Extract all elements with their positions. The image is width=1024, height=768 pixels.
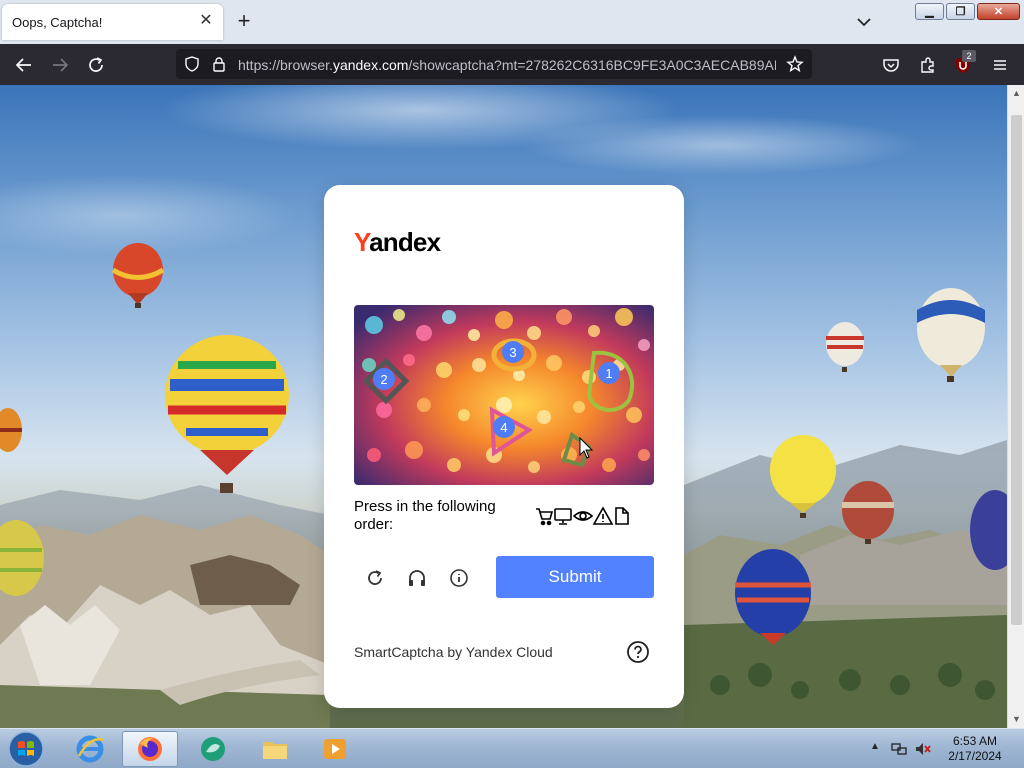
url-prefix: https://browser. xyxy=(238,57,333,73)
back-button[interactable] xyxy=(11,52,37,78)
extensions-icon xyxy=(921,57,934,73)
task-icon-sequence xyxy=(536,506,629,526)
windows-taskbar: ▲ 6:53 AM 2/17/2024 xyxy=(0,728,1024,768)
lock-icon[interactable] xyxy=(210,55,228,73)
extensions-button[interactable] xyxy=(915,52,941,78)
taskbar-firefox[interactable] xyxy=(122,731,178,767)
folder-icon xyxy=(263,742,287,759)
cart-icon xyxy=(536,508,554,526)
url-path: /showcaptcha?mt=278262C6316BC9FE3A0C3AEC… xyxy=(408,57,776,73)
click-marker-1[interactable]: 1 xyxy=(598,362,620,384)
internet-explorer-icon xyxy=(76,735,104,763)
captcha-image[interactable]: 1 2 3 4 xyxy=(354,305,654,485)
app-menu-button[interactable] xyxy=(987,52,1013,78)
address-bar[interactable]: https://browser.yandex.com/showcaptcha?m… xyxy=(176,49,812,79)
svg-text:2: 2 xyxy=(380,372,387,387)
star-icon[interactable] xyxy=(786,55,804,73)
captcha-footer: SmartCaptcha by Yandex Cloud xyxy=(354,644,553,660)
help-icon[interactable] xyxy=(626,640,650,664)
app-icon xyxy=(201,737,225,761)
window-controls: ▁ ❐ ✕ xyxy=(915,3,1020,20)
svg-text:1: 1 xyxy=(605,366,612,381)
balloon-5 xyxy=(826,322,864,372)
balloon-2 xyxy=(165,335,289,493)
captcha-instruction: Press in the following order: xyxy=(354,498,496,533)
volume-muted-icon[interactable] xyxy=(914,741,932,757)
back-icon xyxy=(15,58,31,72)
info-button[interactable] xyxy=(446,565,472,591)
pocket-icon xyxy=(883,59,899,72)
taskbar-ie[interactable] xyxy=(62,731,118,767)
logo-rest: andex xyxy=(369,227,441,257)
url-text[interactable]: https://browser.yandex.com/showcaptcha?m… xyxy=(238,57,776,73)
minimize-button[interactable]: ▁ xyxy=(915,3,944,20)
chevron-down-icon[interactable] xyxy=(854,12,874,32)
close-window-button[interactable]: ✕ xyxy=(977,3,1020,20)
audio-challenge-button[interactable] xyxy=(404,565,430,591)
monitor-icon xyxy=(554,508,572,525)
url-host: yandex.com xyxy=(332,57,409,73)
document-icon xyxy=(615,507,629,525)
start-button[interactable] xyxy=(6,730,46,768)
navigation-toolbar: https://browser.yandex.com/showcaptcha?m… xyxy=(0,44,1024,85)
balloon-1 xyxy=(111,243,165,308)
captcha-card: Yandex 1 2 3 4 Press in the following or… xyxy=(324,185,684,708)
info-icon xyxy=(450,569,468,587)
forward-button[interactable] xyxy=(47,52,73,78)
tray-expand-icon[interactable]: ▲ xyxy=(870,741,880,752)
page-scrollbar[interactable]: ▲ ▼ xyxy=(1007,85,1024,728)
balloon-3 xyxy=(0,408,22,452)
maximize-button[interactable]: ❐ xyxy=(946,3,975,20)
svg-text:3: 3 xyxy=(509,345,516,360)
eye-icon xyxy=(572,511,594,521)
click-marker-2[interactable]: 2 xyxy=(373,368,395,390)
pocket-button[interactable] xyxy=(878,52,904,78)
tab-strip: Oops, Captcha! ✕ + ▁ ❐ ✕ xyxy=(0,0,1024,44)
network-icon[interactable] xyxy=(890,741,908,757)
tab-title: Oops, Captcha! xyxy=(12,15,103,30)
taskbar-app[interactable] xyxy=(185,731,241,767)
scroll-down-icon[interactable]: ▼ xyxy=(1008,711,1024,728)
reload-icon xyxy=(89,57,103,72)
taskbar-media-player[interactable] xyxy=(307,731,363,767)
taskbar-explorer[interactable] xyxy=(247,731,303,767)
clock-time: 6:53 AM xyxy=(952,734,998,748)
refresh-icon xyxy=(368,570,382,585)
media-player-icon xyxy=(324,739,346,759)
shield-icon[interactable] xyxy=(183,55,201,73)
submit-button[interactable]: Submit xyxy=(496,556,654,598)
clock[interactable]: 6:53 AM 2/17/2024 xyxy=(944,734,1006,764)
warning-icon xyxy=(592,506,614,525)
extension-badge: 2 xyxy=(962,50,976,62)
new-tab-button[interactable]: + xyxy=(233,10,255,32)
scroll-thumb[interactable] xyxy=(1011,115,1022,625)
firefox-icon xyxy=(138,737,162,761)
refresh-button[interactable] xyxy=(362,565,388,591)
headphones-icon xyxy=(409,570,425,586)
reload-button[interactable] xyxy=(83,52,109,78)
yandex-logo: Yandex xyxy=(354,227,441,258)
forward-icon xyxy=(53,58,69,72)
clock-date: 2/17/2024 xyxy=(948,749,1002,763)
balloon-6 xyxy=(917,288,985,382)
scroll-up-icon[interactable]: ▲ xyxy=(1008,85,1024,102)
click-marker-3[interactable]: 3 xyxy=(502,341,524,363)
logo-first-letter: Y xyxy=(354,227,370,257)
browser-tab[interactable]: Oops, Captcha! ✕ xyxy=(2,4,223,40)
svg-text:4: 4 xyxy=(500,420,507,435)
click-marker-4[interactable]: 4 xyxy=(493,416,515,438)
menu-icon xyxy=(994,60,1006,70)
tab-close-icon[interactable]: ✕ xyxy=(197,12,215,30)
